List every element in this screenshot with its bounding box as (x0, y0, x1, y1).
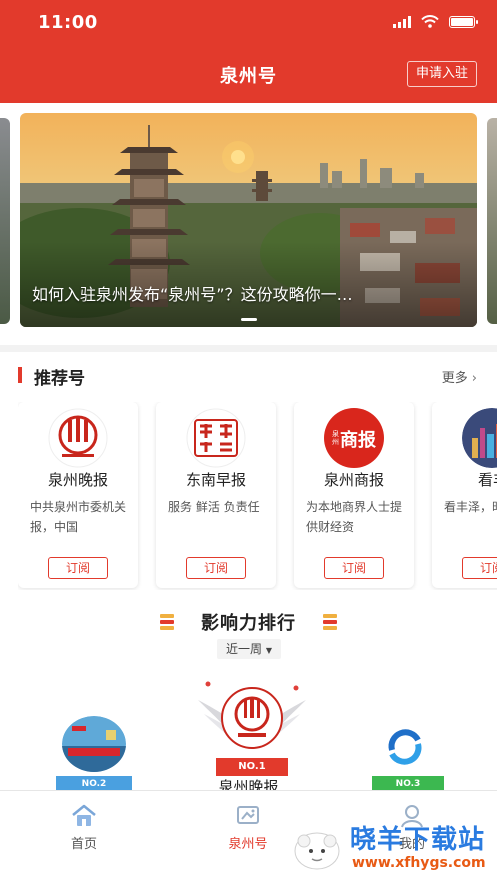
subscribe-button[interactable]: 订阅 (186, 557, 246, 579)
section-accent-bar (18, 367, 22, 383)
quanzhou-evening-news-logo (48, 408, 108, 468)
status-time: 11:00 (38, 12, 98, 33)
home-icon[interactable] (70, 803, 98, 829)
chevron-right-icon[interactable]: › (472, 371, 477, 386)
tab-quanzhou-hao[interactable]: 泉州号 (208, 803, 288, 852)
cellular-signal-icon (393, 15, 411, 28)
previous-slide-peek[interactable] (0, 118, 10, 324)
subscribe-button[interactable]: 订阅 (462, 557, 497, 579)
logo-text: 商报 (340, 430, 376, 451)
account-card-kanfeng[interactable]: 看丰 看丰泽，时尚都会 订阅 (432, 402, 497, 588)
account-name: 东南早报 (185, 471, 246, 489)
dongnan-morning-news-logo (186, 408, 246, 468)
account-description: 中共泉州市委机关报，中国 (30, 500, 127, 534)
kanfeng-logo (462, 408, 497, 468)
period-label[interactable]: 近一周 (226, 642, 262, 656)
ranking-header: 影响力排行 (0, 605, 497, 639)
account-description: 服务 鲜活 负责任 (168, 500, 260, 514)
sheep-mascot-icon (294, 832, 340, 870)
wifi-icon (421, 15, 439, 28)
battery-icon (449, 15, 478, 28)
logo-small-text: 泉州 (332, 430, 339, 446)
subscribe-button[interactable]: 订阅 (48, 557, 108, 579)
more-link[interactable]: 更多 › (442, 367, 477, 386)
rank-3-label: NO.3 (395, 779, 421, 789)
more-label[interactable]: 更多 (442, 371, 468, 386)
rank-3-logo[interactable] (380, 722, 430, 772)
account-description: 为本地商界人士提供财经资 (306, 500, 403, 534)
account-description: 看丰泽，时尚都会 (444, 500, 497, 514)
account-name: 看丰 (478, 471, 497, 489)
tab-home[interactable]: 首页 (44, 803, 124, 852)
title-decoration-right (323, 614, 337, 630)
account-card-quanzhou-evening[interactable]: 泉州晚报 中共泉州市委机关报，中国 订阅 (18, 402, 138, 588)
rank-1-ribbon: NO.1 (216, 758, 288, 776)
period-selector[interactable]: 近一周 ▼ (217, 639, 281, 659)
rank-2-logo[interactable] (62, 716, 126, 772)
tab-quanzhou-hao-label[interactable]: 泉州号 (208, 833, 288, 852)
ranking-title: 影响力排行 (201, 613, 296, 634)
next-slide-peek[interactable] (487, 118, 497, 324)
tab-home-label[interactable]: 首页 (44, 833, 124, 852)
account-card-dongnan-morning[interactable]: 东南早报 服务 鲜活 负责任 订阅 (156, 402, 276, 588)
banner-slide[interactable]: 如何入驻泉州发布“泉州号”？这份攻略你一… (20, 113, 477, 327)
recommended-title: 推荐号 (34, 369, 85, 389)
section-divider (0, 345, 497, 352)
rank-3-ribbon: NO.3 (372, 776, 444, 790)
app-screen: 11:00 泉州号 申请入驻 如何入驻泉州发布“泉州号”？这份攻略你一… 推荐号… (0, 0, 497, 883)
recommended-header: 推荐号 更多 › (0, 360, 497, 390)
watermark-text: 晓羊下载站 (350, 825, 486, 855)
carousel-dot-active (240, 318, 257, 321)
caret-down-icon[interactable]: ▼ (266, 646, 272, 655)
carousel-indicator (20, 318, 477, 321)
apply-join-button[interactable]: 申请入驻 (406, 61, 477, 87)
watermark-url: www.xfhygs.com (352, 855, 486, 871)
site-watermark: 晓羊下载站 www.xfhygs.com (288, 815, 497, 883)
rank-1-label: NO.1 (238, 761, 266, 772)
ranking-podium: NO.2 NO.1 泉州晚报 NO.3 (0, 670, 497, 790)
account-name: 泉州晚报 (47, 471, 108, 489)
banner-title[interactable]: 如何入驻泉州发布“泉州号”？这份攻略你一… (32, 281, 465, 305)
banner-carousel[interactable]: 如何入驻泉州发布“泉州号”？这份攻略你一… (0, 103, 497, 345)
account-card-quanzhou-business[interactable]: 泉州 商报 泉州商报 为本地商界人士提供财经资 订阅 (294, 402, 414, 588)
status-icons (393, 15, 478, 28)
recommended-card-list[interactable]: 泉州晚报 中共泉州市委机关报，中国 订阅 东南早报 服务 鲜活 负责任 订阅 泉… (18, 402, 497, 590)
subscribe-button[interactable]: 订阅 (324, 557, 384, 579)
quanzhou-business-news-logo: 泉州 商报 (324, 408, 384, 468)
header-bar: 11:00 泉州号 申请入驻 (0, 0, 497, 103)
quanzhou-hao-icon[interactable] (234, 803, 262, 829)
account-name: 泉州商报 (323, 471, 384, 489)
